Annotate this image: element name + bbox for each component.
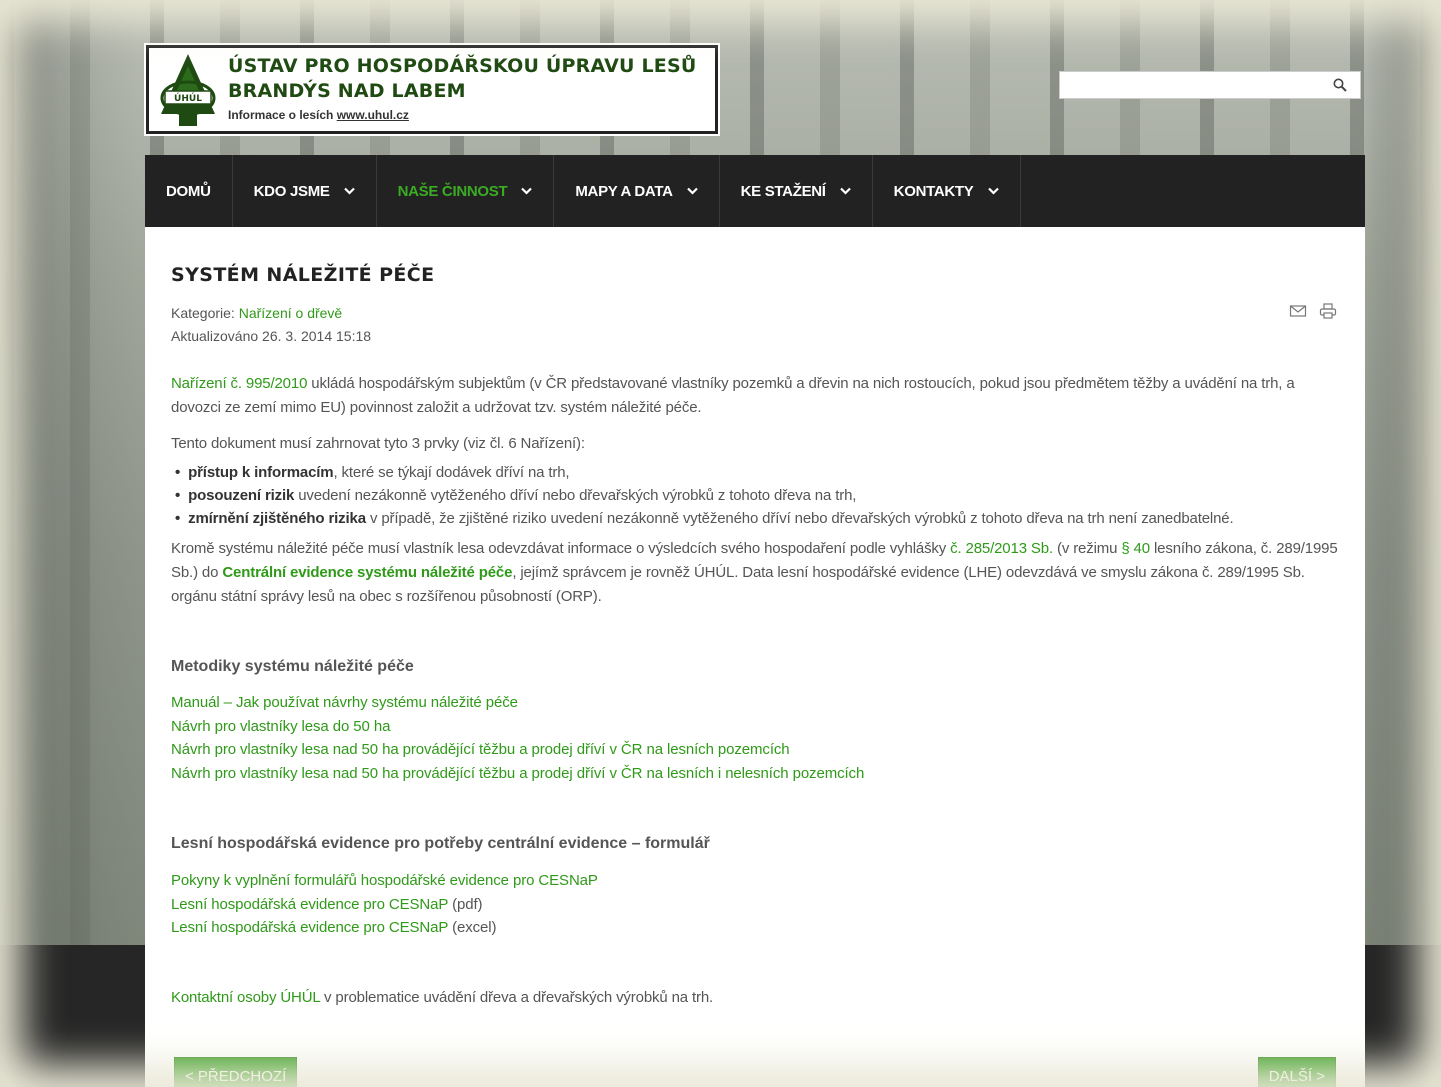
next-button[interactable]: DALŠÍ > [1257,1057,1336,1087]
intro-paragraph: Nařízení č. 995/2010 ukládá hospodářským… [171,375,1295,416]
lhe-link-pdf[interactable]: Lesní hospodářská evidence pro CESNaP [171,896,448,913]
list-item: zmírnění zjištěného rizika v případě, že… [175,507,1234,530]
nav-item-kdo-jsme[interactable]: KDO JSME [233,155,377,227]
article-tools [1289,303,1337,319]
chevron-down-icon [521,187,533,195]
methods-link-over-50ha-forest[interactable]: Návrh pro vlastníky lesa nad 50 ha prová… [171,741,790,758]
contact-paragraph: Kontaktní osoby ÚHÚL v problematice uvád… [171,989,714,1006]
lhe-link-excel[interactable]: Lesní hospodářská evidence pro CESNaP [171,919,448,936]
prev-button[interactable]: < PŘEDCHOZÍ [174,1057,298,1087]
list-item: posouzení rizik uvedení nezákonně vytěže… [175,484,1234,507]
central-evidence-link[interactable]: Centrální evidence systému náležité péče [222,564,512,581]
article-meta: Kategorie: Nařízení o dřevě Aktualizován… [171,302,371,348]
search-box [1059,71,1361,99]
svg-text:ÚHÚL: ÚHÚL [174,92,202,104]
chevron-down-icon [686,187,698,195]
search-input[interactable] [1060,72,1320,98]
chevron-down-icon [343,187,355,195]
uhul-website-link[interactable]: www.uhul.cz [337,108,409,122]
nav-item-mapy-a-data[interactable]: MAPY A DATA [554,155,720,227]
page-title: SYSTÉM NÁLEŽITÉ PÉČE [171,264,435,286]
category-link[interactable]: Nařízení o dřevě [239,305,343,321]
chevron-down-icon [987,187,999,195]
methods-link-manual[interactable]: Manuál – Jak používat návrhy systému nál… [171,694,518,711]
article-content: SYSTÉM NÁLEŽITÉ PÉČE Kategorie: Nařízení… [145,227,1365,1087]
section-40-link[interactable]: § 40 [1121,540,1150,557]
search-icon[interactable] [1333,78,1347,92]
regulation-link[interactable]: Nařízení č. 995/2010 [171,375,307,392]
decree-link[interactable]: č. 285/2013 Sb. [950,540,1053,557]
article-category: Kategorie: Nařízení o dřevě [171,305,343,321]
nav-item-ke-stazeni[interactable]: KE STAŽENÍ [720,155,873,227]
site-subtitle: Informace o lesích www.uhul.cz [228,108,409,122]
uhul-emblem-icon: ÚHÚL [160,54,216,126]
site-logo[interactable]: ÚHÚL ÚSTAV PRO HOSPODÁŘSKOU ÚPRAVU LESŮ … [146,45,718,134]
chevron-down-icon [839,187,851,195]
lhe-links: Pokyny k vyplnění formulářů hospodářské … [171,872,598,936]
main-nav: DOMŮ KDO JSME NAŠE ČINNOST MAPY A DATA K… [145,155,1365,227]
methods-link-over-50ha-all[interactable]: Návrh pro vlastníky lesa nad 50 ha prová… [171,765,864,782]
list-item: přístup k informacím, které se týkají do… [175,461,1234,484]
contact-persons-link[interactable]: Kontaktní osoby ÚHÚL [171,989,320,1006]
article-updated: Aktualizováno 26. 3. 2014 15:18 [171,328,372,344]
site-title: ÚSTAV PRO HOSPODÁŘSKOU ÚPRAVU LESŮ BRAND… [228,55,697,102]
nav-item-kontakty[interactable]: KONTAKTY [873,155,1021,227]
elements-intro: Tento dokument musí zahrnovat tyto 3 prv… [171,435,585,452]
methods-links: Manuál – Jak používat návrhy systému nál… [171,691,864,785]
print-icon[interactable] [1319,303,1337,319]
lhe-heading: Lesní hospodářská evidence pro potřeby c… [171,835,710,852]
methods-link-under-50ha[interactable]: Návrh pro vlastníky lesa do 50 ha [171,718,390,735]
nav-item-domu[interactable]: DOMŮ [145,155,233,227]
email-icon[interactable] [1289,303,1307,319]
elements-list: přístup k informacím, které se týkají do… [175,461,1234,530]
nav-item-nase-cinnost[interactable]: NAŠE ČINNOST [377,155,555,227]
evidence-paragraph: Kromě systému náležité péče musí vlastní… [171,540,1338,605]
lhe-link-instructions[interactable]: Pokyny k vyplnění formulářů hospodářské … [171,872,598,889]
methods-heading: Metodiky systému náležité péče [171,658,414,675]
